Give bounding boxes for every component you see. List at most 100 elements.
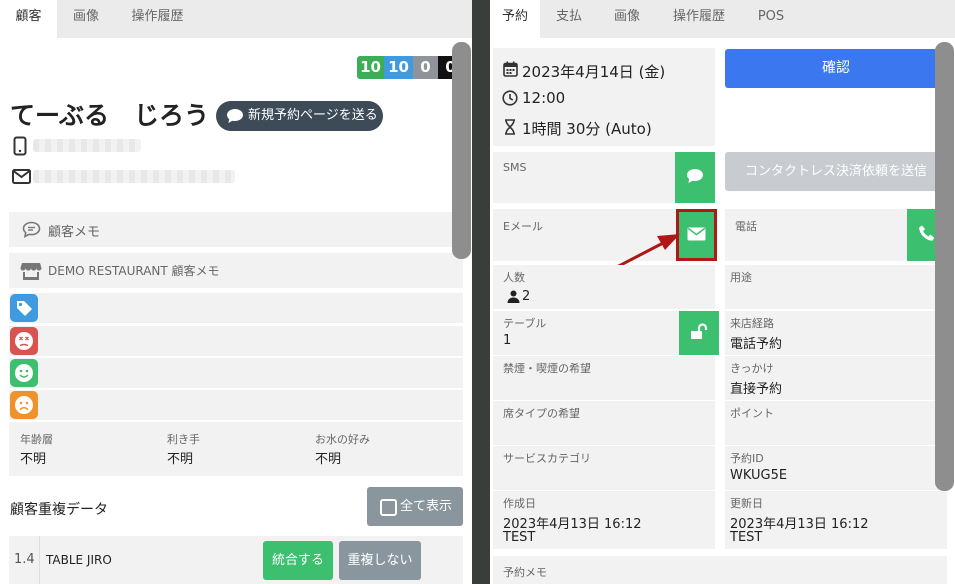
right-scrollbar[interactable] <box>935 42 954 491</box>
points-label: ポイント <box>730 407 774 420</box>
updated-by: TEST <box>730 530 763 545</box>
trigger-field[interactable]: きっかけ 直接予約 <box>725 356 947 400</box>
email-label: Eメール <box>503 220 543 233</box>
square-icon <box>379 498 397 516</box>
purpose-field[interactable]: 用途 <box>725 265 947 309</box>
duplicate-row: 1.4 TABLE JIRO 統合する 重複しない <box>9 536 463 584</box>
updated-label: 更新日 <box>730 497 763 510</box>
show-all-button[interactable]: 全て表示 <box>367 487 463 526</box>
age-label: 年齢層 <box>20 433 53 446</box>
tab-history[interactable]: 操作履歴 <box>656 0 742 38</box>
reservation-duration: 1時間 30分 (Auto) <box>522 120 652 138</box>
comment-icon <box>686 168 704 188</box>
left-scrollbar[interactable] <box>452 42 471 259</box>
reservation-id-value: WKUG5E <box>730 468 788 483</box>
restaurant-memo[interactable]: DEMO RESTAURANT 顧客メモ <box>9 253 463 288</box>
trigger-label: きっかけ <box>730 362 774 375</box>
reservation-panel: 予約 支払 画像 操作履歴 POS 2023年4月14日 (金) 12:00 1… <box>490 0 955 584</box>
visit-route-field[interactable]: 来店経路 電話予約 <box>725 311 947 355</box>
show-all-label: 全て表示 <box>399 499 452 514</box>
table-value: 1 <box>503 333 512 348</box>
seat-type-label: 席タイプの希望 <box>503 407 580 420</box>
visit-route-value: 電話予約 <box>730 337 783 352</box>
row-divider <box>39 536 40 584</box>
handedness-value: 不明 <box>167 452 194 467</box>
duplicate-title: 顧客重複データ <box>10 502 108 518</box>
email-redacted <box>33 170 235 183</box>
sms-button[interactable] <box>675 152 715 203</box>
badge-visits: 10 <box>357 56 384 79</box>
updated-field: 更新日 2023年4月13日 16:12 TEST <box>725 491 947 549</box>
water-label: お水の好み <box>315 433 370 446</box>
confirm-button[interactable]: 確認 <box>725 49 947 88</box>
frown-row[interactable] <box>9 390 463 420</box>
restaurant-memo-label: DEMO RESTAURANT 顧客メモ <box>48 264 220 278</box>
envelope-icon <box>11 168 31 184</box>
points-field[interactable]: ポイント <box>725 401 947 445</box>
not-duplicate-button[interactable]: 重複しない <box>339 541 421 580</box>
duplicate-score: 1.4 <box>14 552 35 567</box>
customer-name: てーぶる じろう <box>10 101 210 130</box>
phone-number-redacted <box>33 139 141 152</box>
tab-history[interactable]: 操作履歴 <box>115 0 200 38</box>
calendar-icon <box>502 61 518 77</box>
customer-attributes: 年齢層 不明 利き手 不明 お水の好み 不明 <box>9 422 463 476</box>
created-by: TEST <box>503 530 536 545</box>
contactless-payment-button[interactable]: コンタクトレス決済依頼を送信 <box>725 152 947 191</box>
visit-route-label: 来店経路 <box>730 317 774 330</box>
comment-dots-icon <box>21 220 41 238</box>
service-category-label: サービスカテゴリ <box>503 452 591 465</box>
created-field: 作成日 2023年4月13日 16:12 TEST <box>493 491 715 549</box>
dizzy-row[interactable] <box>9 326 463 356</box>
customer-tabbar: 顧客 画像 操作履歴 <box>0 0 472 38</box>
datetime-box[interactable]: 2023年4月14日 (金) 12:00 1時間 30分 (Auto) <box>493 48 715 146</box>
send-booking-page-label: 新規予約ページを送る <box>248 108 378 123</box>
user-icon <box>506 289 520 303</box>
unlock-button[interactable] <box>679 311 719 355</box>
phone-row: 電話 <box>725 209 947 261</box>
frown-icon <box>10 391 38 419</box>
tab-images[interactable]: 画像 <box>57 0 115 38</box>
water-value: 不明 <box>315 452 342 467</box>
duplicate-name: TABLE JIRO <box>46 553 112 567</box>
smile-icon <box>10 359 38 387</box>
phone-label: 電話 <box>735 220 757 233</box>
tag-icon <box>10 294 38 322</box>
phone-icon <box>12 136 28 156</box>
send-booking-page-button[interactable]: 新規予約ページを送る <box>216 101 383 131</box>
tab-customer[interactable]: 顧客 <box>0 0 57 38</box>
badge-reservations: 10 <box>384 56 413 79</box>
tag-row[interactable] <box>9 293 463 323</box>
hourglass-icon <box>503 119 516 135</box>
tab-payment[interactable]: 支払 <box>540 0 598 38</box>
age-value: 不明 <box>20 452 47 467</box>
customer-memo[interactable]: 顧客メモ <box>9 212 463 247</box>
reservation-time: 12:00 <box>522 89 566 107</box>
sms-label: SMS <box>503 161 527 174</box>
tab-reservation[interactable]: 予約 <box>490 0 540 38</box>
smile-row[interactable] <box>9 358 463 388</box>
party-size-label: 人数 <box>503 271 525 284</box>
party-size-field[interactable]: 人数 2 <box>493 265 715 309</box>
seat-type-field[interactable]: 席タイプの希望 <box>493 401 715 445</box>
reservation-id-field: 予約ID WKUG5E <box>725 446 947 490</box>
table-label: テーブル <box>503 317 547 330</box>
service-category-field[interactable]: サービスカテゴリ <box>493 446 715 490</box>
tab-pos[interactable]: POS <box>742 0 800 38</box>
merge-button[interactable]: 統合する <box>263 541 333 580</box>
reservation-date: 2023年4月14日 (金) <box>522 63 666 81</box>
clock-icon <box>502 90 518 106</box>
tab-images[interactable]: 画像 <box>598 0 656 38</box>
party-size-value: 2 <box>522 289 531 304</box>
phone-handset-icon <box>918 224 936 246</box>
customer-memo-label: 顧客メモ <box>48 225 101 240</box>
smoking-field[interactable]: 禁煙・喫煙の希望 <box>493 356 715 400</box>
comment-icon <box>226 108 244 124</box>
customer-panel: 顧客 画像 操作履歴 10 10 0 0 てーぶる じろう 新規予約ページを送る… <box>0 0 472 584</box>
reservation-memo[interactable]: 予約メモ <box>493 556 947 584</box>
reservation-id-label: 予約ID <box>730 452 764 465</box>
unlock-icon <box>690 322 708 344</box>
handedness-label: 利き手 <box>167 433 200 446</box>
table-field[interactable]: テーブル 1 <box>493 311 719 355</box>
reservation-tabbar: 予約 支払 画像 操作履歴 POS <box>490 0 955 38</box>
